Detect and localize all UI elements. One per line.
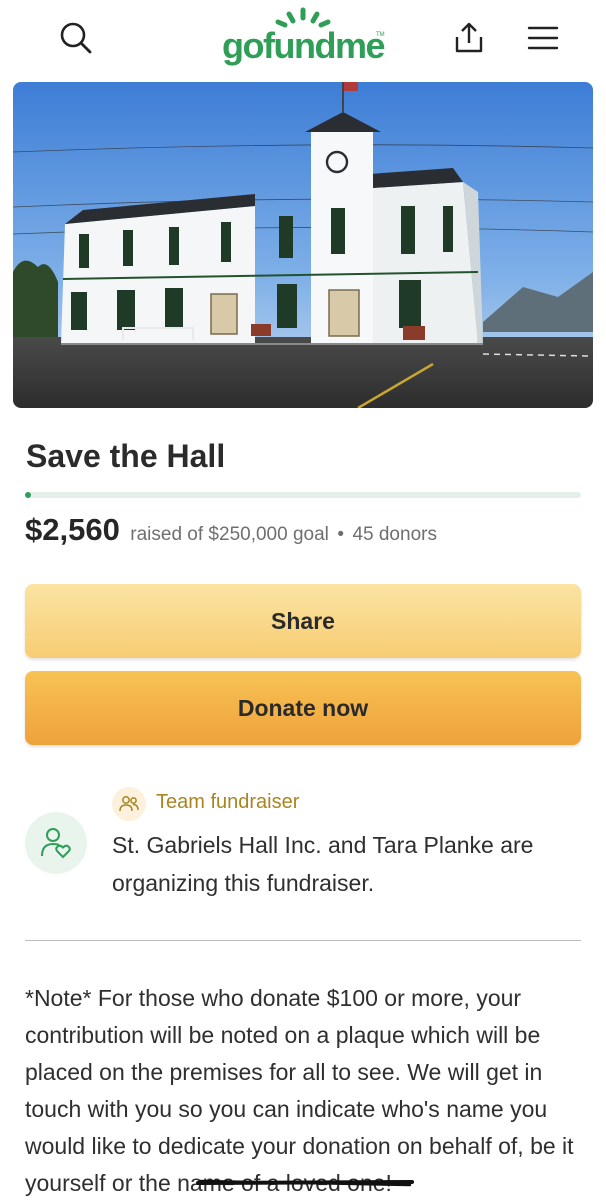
share-upload-icon[interactable] xyxy=(449,18,489,58)
goal-text: raised of $250,000 goal xyxy=(130,524,329,545)
organizer-description: St. Gabriels Hall Inc. and Tara Planke a… xyxy=(112,832,534,896)
funding-stats: $2,560 raised of $250,000 goal • 45 dono… xyxy=(25,512,437,548)
trademark-mark: TM xyxy=(376,32,385,38)
section-divider xyxy=(25,940,581,941)
progress-bar xyxy=(25,492,581,498)
redaction-scribble xyxy=(196,1179,414,1187)
hall-photo xyxy=(13,82,593,408)
hamburger-menu-icon[interactable] xyxy=(523,18,563,58)
team-people-icon xyxy=(112,787,146,821)
progress-fill xyxy=(25,492,31,498)
share-button[interactable]: Share xyxy=(25,584,581,658)
donate-now-button[interactable]: Donate now xyxy=(25,671,581,745)
top-bar: gofundme TM xyxy=(0,0,606,78)
amount-raised: $2,560 xyxy=(25,512,120,547)
team-fundraiser-label: Team fundraiser xyxy=(156,791,300,813)
organizer-heart-icon xyxy=(25,812,87,874)
search-icon[interactable] xyxy=(56,18,96,58)
campaign-story: *Note* For those who donate $100 or more… xyxy=(25,985,574,1196)
campaign-hero-image[interactable] xyxy=(13,82,593,408)
separator-dot: • xyxy=(337,524,344,545)
gofundme-logo[interactable]: gofundme TM xyxy=(212,6,394,70)
donor-count: 45 donors xyxy=(352,524,437,545)
logo-wordmark: gofundme xyxy=(222,25,385,66)
campaign-title: Save the Hall xyxy=(26,438,226,474)
